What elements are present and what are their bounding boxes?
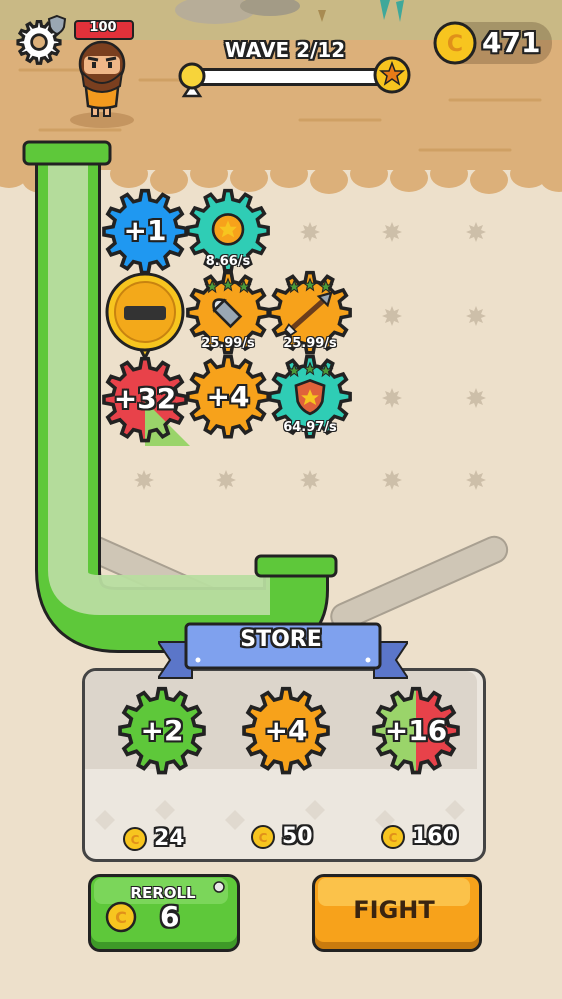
store-item-label: +4 <box>264 714 308 747</box>
gear-bullet[interactable]: 25.99/s <box>184 270 272 358</box>
gear-arrow[interactable]: 25.99/s <box>266 270 354 358</box>
gear-rate: 25.99/s <box>201 336 255 351</box>
svg-text:C: C <box>389 831 398 845</box>
gear-shield[interactable]: 64.97/s <box>266 354 354 442</box>
fight-label: FIGHT <box>353 896 435 924</box>
store-price: 160 <box>412 824 458 849</box>
gear-rate: 64.97/s <box>283 420 337 435</box>
store-item-plus4[interactable]: +4 <box>240 686 332 778</box>
store-title: STORE <box>240 627 322 652</box>
store-price: 50 <box>282 824 313 849</box>
svg-text:C: C <box>259 831 268 845</box>
store-item-plus16[interactable]: +16 <box>370 686 462 778</box>
gear-label: +1 <box>123 214 167 247</box>
gear-plus1[interactable]: +1 <box>100 188 190 278</box>
gear-locked[interactable] <box>102 272 188 362</box>
store-item-label: +16 <box>384 714 448 747</box>
reroll-cost: 6 <box>160 900 180 933</box>
coin-icon: C <box>105 901 137 933</box>
info-dot-icon <box>213 881 225 893</box>
gear-coin-generator[interactable]: 8.66/s <box>184 188 272 276</box>
svg-text:C: C <box>115 908 127 927</box>
gear-rate: 8.66/s <box>205 254 251 269</box>
gear-plus4[interactable]: +4 <box>184 354 272 442</box>
gear-plus32[interactable]: +32 <box>100 356 190 446</box>
gear-label: +32 <box>113 382 177 415</box>
coin-icon: C <box>123 827 147 851</box>
store-item-plus2[interactable]: +2 <box>116 686 208 778</box>
svg-text:C: C <box>131 833 140 847</box>
lock-slot-icon <box>124 306 166 320</box>
gear-label: +4 <box>206 380 250 413</box>
coin-icon: C <box>251 825 275 849</box>
gear-rate: 25.99/s <box>283 336 337 351</box>
store-price: 24 <box>154 826 185 851</box>
coin-icon: C <box>381 825 405 849</box>
store-item-label: +2 <box>140 714 184 747</box>
